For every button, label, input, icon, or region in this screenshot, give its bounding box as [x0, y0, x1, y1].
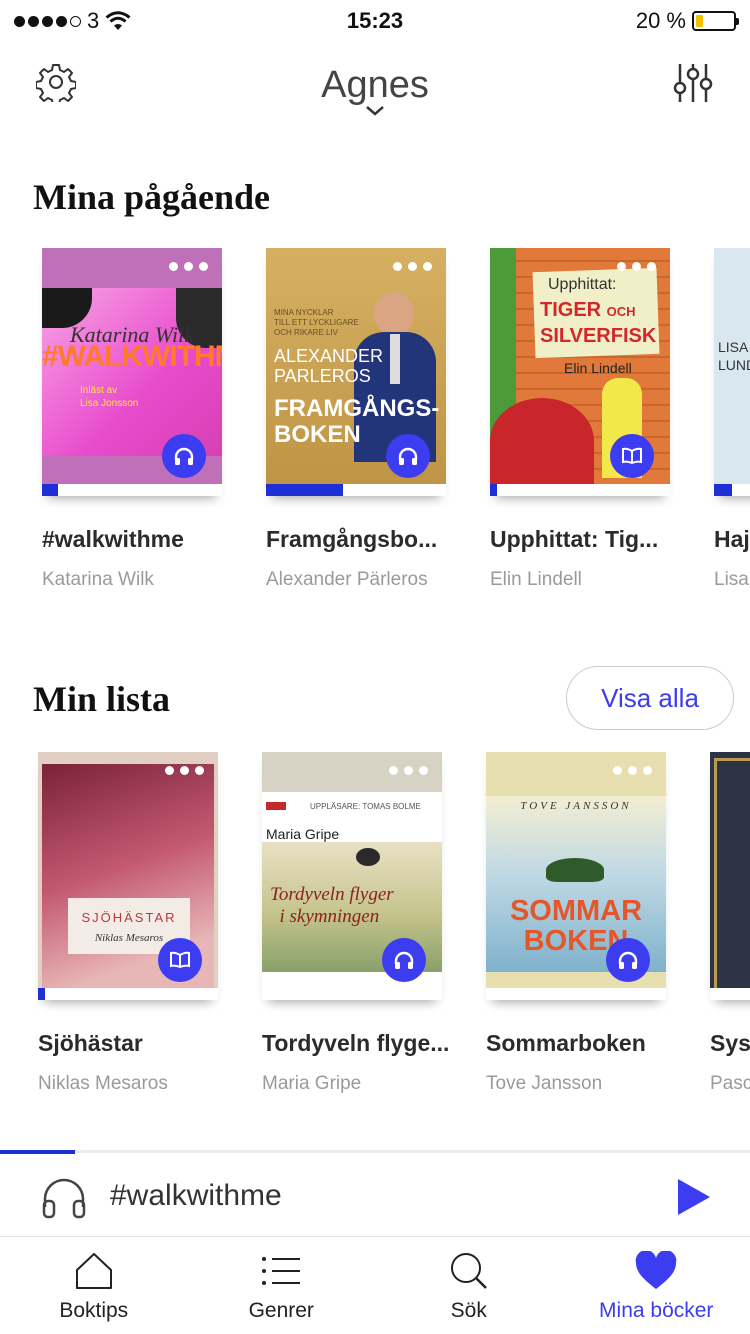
- book-title: Sys: [710, 1030, 750, 1056]
- section-title-my-list: Min lista: [33, 679, 171, 719]
- book-author: Alexander Pärleros: [266, 569, 428, 590]
- reading-progress: [266, 484, 446, 496]
- book-cover[interactable]: Upphittat: TIGER OCH SILVERFISK Elin Lind…: [490, 248, 670, 496]
- book-card[interactable]: LISALUNDM Haj Lisa: [714, 248, 750, 591]
- book-cover[interactable]: Katarina Wilk #WALKWITHME Inläst avLisa …: [42, 248, 222, 496]
- reading-progress: [490, 484, 670, 496]
- book-cover[interactable]: [710, 752, 750, 1000]
- audiobook-headphones-icon: [386, 434, 430, 478]
- book-cover[interactable]: MINA NYCKLAR TILL ETT LYCKLIGARE OCH RIKAR…: [266, 248, 446, 496]
- now-playing-title[interactable]: #walkwithme: [110, 1179, 282, 1213]
- tab-bar: Boktips Genrer Sök Mina böcker: [0, 1236, 750, 1334]
- view-all-button[interactable]: Visa alla: [566, 666, 734, 730]
- battery-percent: 20 %: [635, 8, 686, 33]
- book-card[interactable]: Upphittat: TIGER OCH SILVERFISK Elin Lind…: [490, 248, 670, 591]
- book-title: Upphittat: Tig...: [490, 526, 659, 552]
- mini-player[interactable]: #walkwithme: [0, 1150, 750, 1236]
- ebook-open-book-icon: [158, 938, 202, 982]
- tab-label: Mina böcker: [599, 1299, 714, 1322]
- book-card[interactable]: UPPLÄSARE: TOMAS BOLME Maria Gripe Tordy…: [262, 752, 450, 1095]
- header: Agnes: [0, 50, 750, 130]
- more-options-icon[interactable]: [393, 262, 432, 271]
- tab-mina-bocker[interactable]: Mina böcker: [563, 1237, 750, 1334]
- book-cover[interactable]: SJÖHÄSTAR Niklas Mesaros: [38, 752, 218, 1000]
- ongoing-carousel[interactable]: Katarina Wilk #WALKWITHME Inläst avLisa …: [0, 248, 750, 608]
- book-card[interactable]: MINA NYCKLAR TILL ETT LYCKLIGARE OCH RIKAR…: [266, 248, 446, 591]
- book-card[interactable]: Sys Pasc: [710, 752, 750, 1095]
- book-cover[interactable]: UPPLÄSARE: TOMAS BOLME Maria Gripe Tordy…: [262, 752, 442, 1000]
- book-title: Sjöhästar: [38, 1030, 143, 1056]
- list-icon: [262, 1257, 301, 1285]
- more-options-icon[interactable]: [617, 262, 656, 271]
- book-author: Katarina Wilk: [42, 569, 154, 590]
- book-card[interactable]: SJÖHÄSTAR Niklas Mesaros Sjöhästar Nikla…: [38, 752, 218, 1095]
- reading-progress: [486, 988, 666, 1000]
- profile-name: Agnes: [321, 64, 429, 106]
- battery-icon: [692, 11, 739, 31]
- status-bar: 3 15:23 20 %: [0, 0, 750, 40]
- tab-boktips[interactable]: Boktips: [0, 1237, 188, 1334]
- more-options-icon[interactable]: [165, 766, 204, 775]
- tab-label: Sök: [450, 1299, 487, 1322]
- chevron-down-icon: [366, 106, 384, 116]
- player-progress: [0, 1150, 75, 1154]
- book-cover[interactable]: TOVE JANSSON SOMMAR BOKEN: [486, 752, 666, 1000]
- book-author: Pasc: [710, 1073, 750, 1094]
- my-list-carousel[interactable]: SJÖHÄSTAR Niklas Mesaros Sjöhästar Nikla…: [0, 752, 750, 1112]
- audiobook-headphones-icon: [162, 434, 206, 478]
- tab-genrer[interactable]: Genrer: [188, 1237, 376, 1334]
- search-icon: [450, 1253, 487, 1289]
- heart-icon: [635, 1251, 677, 1289]
- battery-area: 20 %: [635, 8, 739, 34]
- book-title: Sommarboken: [486, 1030, 646, 1056]
- more-options-icon[interactable]: [389, 766, 428, 775]
- book-author: Maria Gripe: [262, 1073, 362, 1094]
- book-author: Tove Jansson: [486, 1073, 603, 1094]
- filter-sliders-icon[interactable]: [672, 62, 714, 104]
- book-title: #walkwithme: [42, 526, 184, 552]
- reading-progress: [42, 484, 222, 496]
- reading-progress: [710, 988, 750, 1000]
- audiobook-headphones-icon: [606, 938, 650, 982]
- section-title-ongoing: Mina pågående: [33, 177, 271, 217]
- book-title: Haj: [714, 526, 750, 552]
- reading-progress: [714, 484, 750, 496]
- headphones-icon: [42, 1178, 86, 1219]
- book-title: Tordyveln flyge...: [262, 1030, 450, 1056]
- book-author: Niklas Mesaros: [38, 1073, 168, 1094]
- book-card[interactable]: TOVE JANSSON SOMMAR BOKEN Sommarboken Tov…: [486, 752, 666, 1095]
- audiobook-headphones-icon: [382, 938, 426, 982]
- profile-switcher[interactable]: Agnes: [0, 64, 750, 117]
- play-icon[interactable]: [676, 1177, 712, 1217]
- tab-label: Genrer: [248, 1299, 314, 1322]
- tab-label: Boktips: [59, 1299, 129, 1322]
- reading-progress: [38, 988, 218, 1000]
- home-icon: [75, 1253, 112, 1289]
- book-card[interactable]: Katarina Wilk #WALKWITHME Inläst avLisa …: [42, 248, 222, 591]
- book-author: Elin Lindell: [490, 569, 582, 590]
- ebook-open-book-icon: [610, 434, 654, 478]
- book-cover[interactable]: LISALUNDM: [714, 248, 750, 496]
- book-author: Lisa: [714, 569, 749, 590]
- tab-sok[interactable]: Sök: [375, 1237, 563, 1334]
- more-options-icon[interactable]: [169, 262, 208, 271]
- book-title: Framgångsbo...: [266, 526, 438, 552]
- reading-progress: [262, 988, 442, 1000]
- more-options-icon[interactable]: [613, 766, 652, 775]
